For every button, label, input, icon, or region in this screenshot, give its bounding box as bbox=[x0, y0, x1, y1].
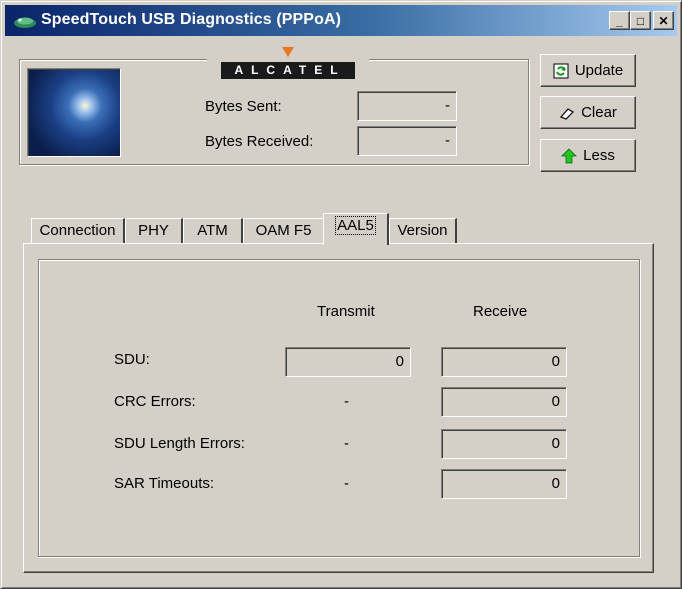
crc-errors-receive-field: 0 bbox=[441, 387, 567, 417]
clear-label: Clear bbox=[581, 104, 617, 121]
sar-timeouts-receive-field: 0 bbox=[441, 469, 567, 499]
logo-wordmark: ALCATEL bbox=[221, 62, 355, 79]
sdu-receive-field: 0 bbox=[441, 347, 567, 377]
transmit-header: Transmit bbox=[317, 303, 375, 320]
bytes-sent-field: - bbox=[357, 91, 457, 121]
crc-errors-transmit: - bbox=[344, 393, 349, 410]
minimize-button[interactable]: _ bbox=[609, 11, 630, 30]
title-bar[interactable]: SpeedTouch USB Diagnostics (PPPoA) _ □ ✕ bbox=[5, 5, 677, 36]
alcatel-logo: ALCATEL bbox=[207, 45, 369, 89]
sdu-length-errors-transmit: - bbox=[344, 435, 349, 452]
bytes-received-label: Bytes Received: bbox=[205, 133, 314, 150]
less-label: Less bbox=[583, 147, 615, 164]
sdu-length-errors-receive-field: 0 bbox=[441, 429, 567, 459]
tab-aal5-label: AAL5 bbox=[335, 216, 376, 235]
tab-phy[interactable]: PHY bbox=[125, 218, 183, 244]
eraser-icon bbox=[560, 107, 575, 120]
bytes-received-field: - bbox=[357, 126, 457, 156]
speedtouch-app-icon bbox=[14, 17, 36, 28]
globe-image bbox=[27, 68, 121, 157]
receive-header: Receive bbox=[473, 303, 528, 320]
sdu-length-errors-label: SDU Length Errors: bbox=[114, 435, 245, 452]
sdu-label: SDU: bbox=[114, 351, 150, 368]
refresh-icon bbox=[553, 63, 569, 78]
update-button[interactable]: Update bbox=[540, 54, 636, 87]
tab-version[interactable]: Version bbox=[389, 218, 457, 244]
sar-timeouts-label: SAR Timeouts: bbox=[114, 475, 215, 492]
maximize-button[interactable]: □ bbox=[630, 11, 651, 30]
tab-connection[interactable]: Connection bbox=[31, 218, 125, 244]
window-title: SpeedTouch USB Diagnostics (PPPoA) bbox=[41, 11, 342, 28]
sdu-transmit-field: 0 bbox=[285, 347, 411, 377]
bytes-sent-label: Bytes Sent: bbox=[205, 98, 282, 115]
tab-oam-f5[interactable]: OAM F5 bbox=[243, 218, 325, 244]
update-label: Update bbox=[574, 62, 624, 79]
close-button[interactable]: ✕ bbox=[653, 11, 674, 30]
tab-atm[interactable]: ATM bbox=[183, 218, 243, 244]
less-button[interactable]: Less bbox=[540, 139, 636, 172]
app-window: SpeedTouch USB Diagnostics (PPPoA) _ □ ✕… bbox=[0, 0, 682, 589]
tab-aal5[interactable]: AAL5 bbox=[323, 213, 389, 245]
logo-triangle-icon bbox=[282, 47, 294, 57]
up-arrow-icon bbox=[561, 147, 578, 163]
crc-errors-label: CRC Errors: bbox=[114, 393, 196, 410]
clear-button[interactable]: Clear bbox=[540, 96, 636, 129]
sar-timeouts-transmit: - bbox=[344, 475, 349, 492]
